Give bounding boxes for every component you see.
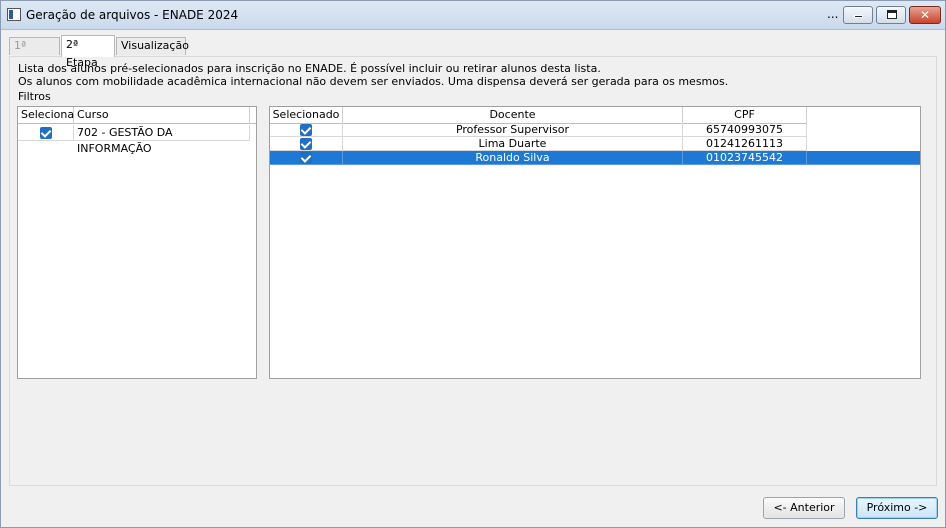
maximize-button[interactable] (876, 6, 906, 24)
cpf-cell: 01241261113 (683, 137, 807, 151)
row-fill (807, 151, 920, 165)
info-line-1: Lista dos alunos pré-selecionados para i… (18, 62, 601, 75)
close-button[interactable]: ✕ (909, 6, 941, 24)
main-window: Geração de arquivos - ENADE 2024 ... ✕ 1… (0, 0, 946, 528)
student-checkbox-cell[interactable] (270, 151, 343, 165)
minimize-button[interactable] (843, 6, 873, 24)
column-header-cpf[interactable]: CPF (683, 107, 807, 124)
next-button[interactable]: Próximo -> (856, 497, 938, 519)
window-title: Geração de arquivos - ENADE 2024 (26, 8, 239, 22)
docente-cell: Ronaldo Silva (343, 151, 683, 165)
column-header-docente[interactable]: Docente (343, 107, 683, 124)
previous-button[interactable]: <- Anterior (763, 497, 845, 519)
checkbox-checked-icon[interactable] (300, 124, 312, 136)
close-icon: ✕ (919, 8, 931, 22)
info-line-2: Os alunos com mobilidade acadêmica inter… (18, 75, 729, 88)
tab-visualizacao[interactable]: Visualização (116, 37, 189, 55)
checkbox-checked-icon[interactable] (300, 152, 312, 164)
tab-etapa-1: 1ª Etapa (9, 37, 60, 68)
column-header-curso[interactable]: Curso (74, 107, 250, 124)
filters-label: Filtros (18, 90, 51, 103)
filter-checkbox-cell[interactable] (18, 125, 74, 141)
checkbox-checked-icon[interactable] (300, 138, 312, 150)
title-bar: Geração de arquivos - ENADE 2024 ... ✕ (1, 1, 945, 30)
curso-cell: 702 - GESTÃO DA INFORMAÇÃO (74, 125, 250, 155)
cpf-cell: 65740993075 (683, 123, 807, 137)
filters-grid[interactable]: Selecionar Curso 702 - GESTÃO DA INFORMA… (17, 106, 257, 379)
title-extra: ... (827, 7, 839, 21)
app-icon (7, 8, 21, 21)
cpf-cell: 01023745542 (683, 151, 807, 165)
column-header-selecionado[interactable]: Selecionado (270, 107, 343, 124)
column-header-spacer (250, 107, 256, 124)
docente-cell: Lima Duarte (343, 137, 683, 151)
student-checkbox-cell[interactable] (270, 137, 343, 151)
tab-etapa-2[interactable]: 2ª Etapa (61, 35, 115, 69)
checkbox-checked-icon[interactable] (39, 127, 52, 139)
docente-cell: Professor Supervisor (343, 123, 683, 137)
info-text: Lista dos alunos pré-selecionados para i… (18, 62, 728, 88)
students-grid[interactable]: Selecionado Docente CPF Professor Superv… (269, 106, 921, 379)
column-header-selecionar[interactable]: Selecionar (18, 107, 79, 124)
student-checkbox-cell[interactable] (270, 123, 343, 137)
minimize-icon (854, 15, 863, 18)
maximize-icon (887, 10, 897, 19)
